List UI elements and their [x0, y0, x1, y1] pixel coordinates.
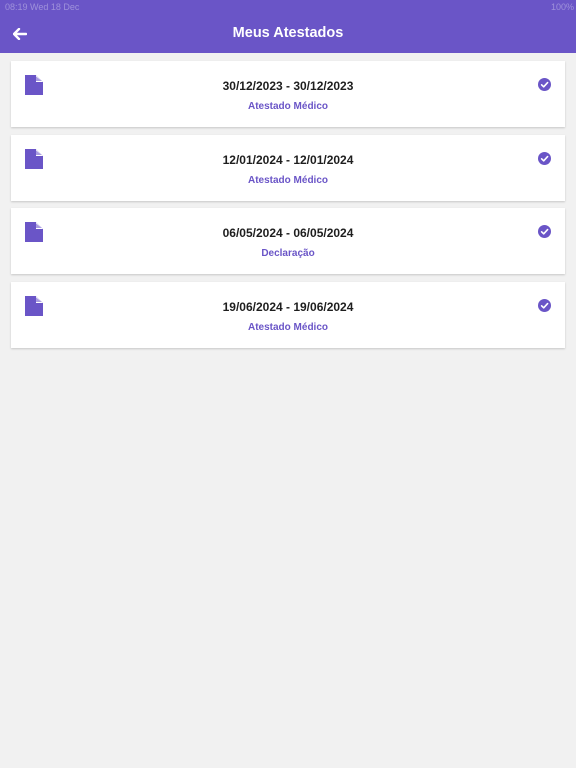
certificate-dates: 12/01/2024 - 12/01/2024 — [222, 152, 354, 167]
certificate-type: Atestado Médico — [247, 101, 328, 112]
status-bar-time: 08:19 Wed 18 Dec — [5, 2, 80, 12]
status-bar: 08:19 Wed 18 Dec 100% — [0, 0, 576, 14]
certificate-type: Declaração — [261, 248, 315, 259]
page-title: Meus Atestados — [232, 25, 344, 41]
certificate-type: Atestado Médico — [247, 174, 328, 186]
certificates-list: 30/12/2023 - 30/12/2023 Atestado Médico … — [11, 61, 565, 355]
certificate-type: Atestado Médico — [247, 321, 328, 333]
certificate-dates: 19/06/2024 - 19/06/2024 — [222, 299, 354, 314]
certificate-dates: 30/12/2023 - 30/12/2023 — [222, 79, 354, 93]
app-bar: Meus Atestados — [0, 14, 576, 53]
check-circle-icon — [538, 78, 551, 91]
certificate-card[interactable]: 12/01/2024 - 12/01/2024 Atestado Médico — [11, 134, 565, 201]
certificate-card[interactable]: 06/05/2024 - 06/05/2024 Declaração — [11, 208, 565, 274]
status-bar-battery: 100% — [550, 2, 574, 12]
check-circle-icon — [538, 225, 551, 238]
certificate-card[interactable]: 19/06/2024 - 19/06/2024 Atestado Médico — [11, 281, 565, 348]
certificate-dates: 06/05/2024 - 06/05/2024 — [222, 226, 354, 240]
check-circle-icon — [538, 298, 551, 312]
check-circle-icon — [538, 151, 551, 165]
certificate-card[interactable]: 30/12/2023 - 30/12/2023 Atestado Médico — [11, 61, 565, 127]
